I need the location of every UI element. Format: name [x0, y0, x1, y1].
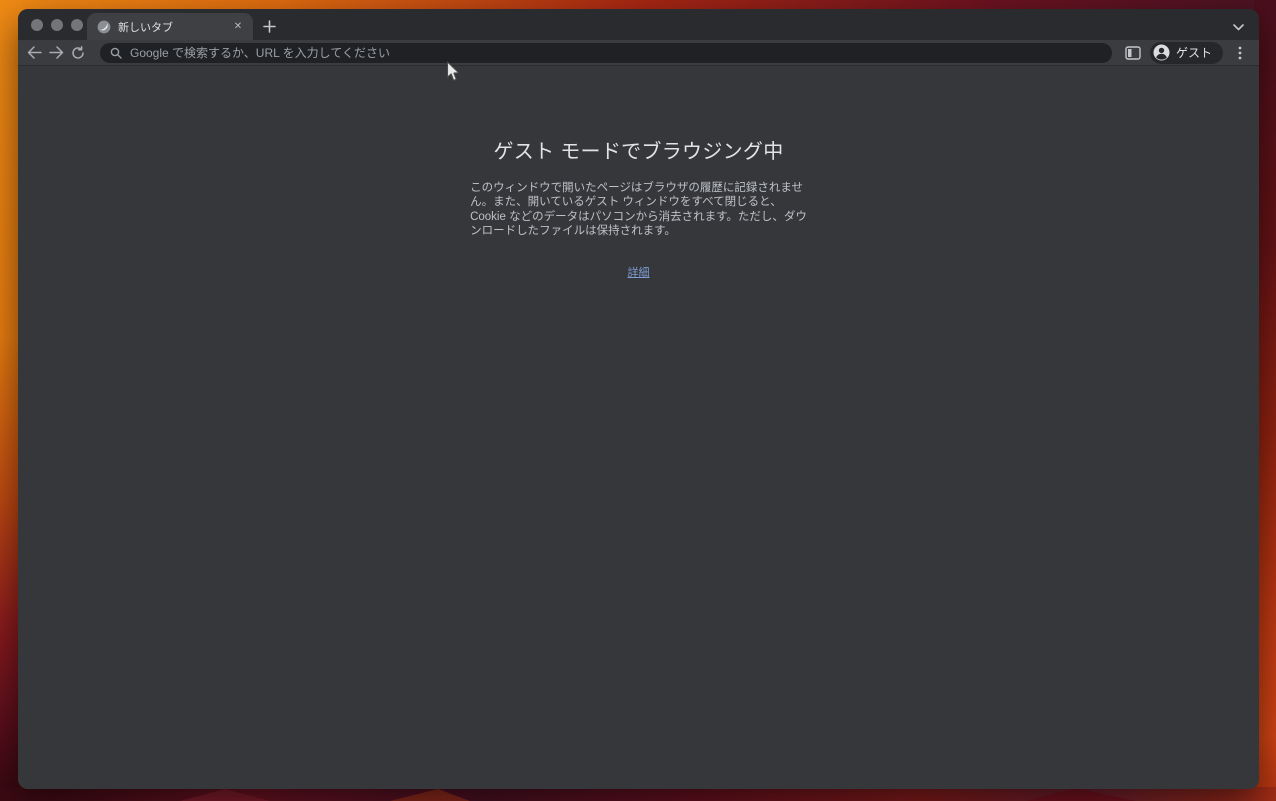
search-icon: [110, 47, 122, 59]
side-panel-icon[interactable]: [1122, 42, 1144, 64]
toolbar: ゲスト: [18, 40, 1259, 66]
page-title: ゲスト モードでブラウジング中: [493, 135, 783, 164]
tab-title: 新しいタブ: [118, 19, 223, 35]
tab-close-icon[interactable]: ✕: [230, 19, 246, 35]
traffic-lights: [31, 19, 83, 31]
zoom-window-button[interactable]: [71, 19, 83, 31]
address-bar[interactable]: [100, 43, 1112, 63]
guest-profile-button[interactable]: ゲスト: [1150, 42, 1223, 64]
new-tab-button[interactable]: [261, 18, 278, 35]
guest-profile-label: ゲスト: [1176, 44, 1212, 61]
close-window-button[interactable]: [31, 19, 43, 31]
learn-more-link[interactable]: 詳細: [628, 264, 650, 280]
guest-mode-description: このウィンドウで開いたページはブラウザの履歴に記録されませ ん。また、開いている…: [470, 181, 807, 239]
minimize-window-button[interactable]: [51, 19, 63, 31]
globe-icon: [97, 20, 111, 34]
guest-avatar-icon: [1153, 44, 1170, 61]
forward-arrow-icon[interactable]: [45, 42, 67, 64]
browser-window: 新しいタブ ✕: [18, 9, 1259, 789]
tab-new-tab[interactable]: 新しいタブ ✕: [87, 13, 253, 40]
tab-strip: 新しいタブ ✕: [18, 9, 1259, 40]
kebab-menu-icon[interactable]: [1229, 42, 1251, 64]
guest-ntp: ゲスト モードでブラウジング中 このウィンドウで開いたページはブラウザの履歴に記…: [18, 66, 1259, 789]
chevron-down-icon[interactable]: [1230, 19, 1246, 35]
back-arrow-icon[interactable]: [23, 42, 45, 64]
reload-icon[interactable]: [67, 42, 89, 64]
address-input[interactable]: [130, 46, 1102, 60]
